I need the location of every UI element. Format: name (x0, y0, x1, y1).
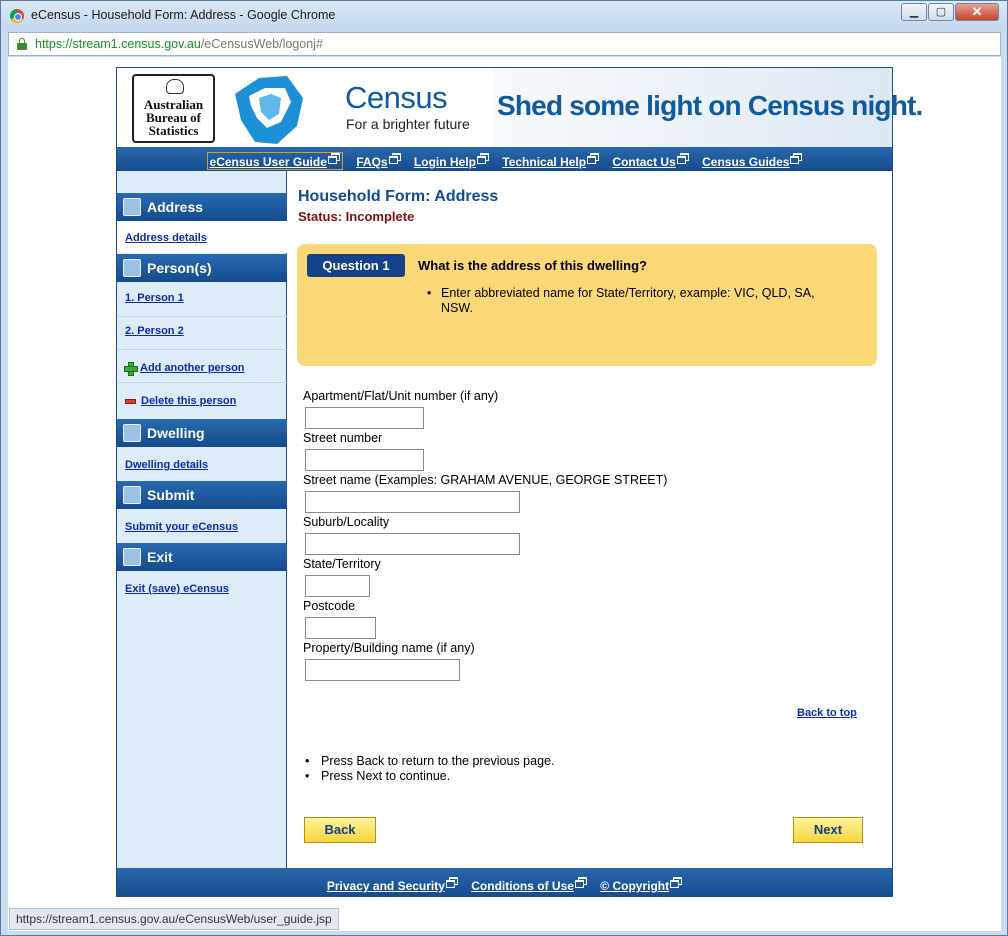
address-bar[interactable]: https://stream1.census.gov.au/eCensusWeb… (8, 32, 1001, 56)
street-number-label: Street number (303, 431, 383, 445)
suburb-label: Suburb/Locality (303, 515, 390, 529)
exit-door-icon (123, 548, 141, 566)
person-icon (123, 259, 141, 277)
apartment-input[interactable] (305, 407, 424, 429)
sidebar-item-address-details: Address details (117, 221, 287, 253)
street-name-input[interactable] (305, 491, 520, 513)
question-box: Question 1 What is the address of this d… (297, 244, 877, 366)
new-window-icon (574, 877, 587, 888)
url-text[interactable]: https://stream1.census.gov.au/eCensusWeb… (35, 37, 323, 51)
next-button[interactable]: Next (793, 817, 863, 843)
maximize-button[interactable]: ▢ (928, 3, 954, 21)
remove-icon (125, 399, 136, 404)
coat-of-arms-icon (166, 79, 184, 94)
sidebar-item-delete-person: Delete this person (117, 395, 287, 407)
sidebar-heading-address: Address (117, 193, 287, 221)
census-map-logo-icon (235, 76, 303, 144)
question-text: What is the address of this dwelling? (418, 258, 647, 273)
new-window-icon (676, 153, 689, 164)
state-input[interactable] (305, 575, 370, 597)
question-hint: • Enter abbreviated name for State/Territ… (427, 286, 815, 315)
browser-window: eCensus - Household Form: Address - Goog… (0, 0, 1008, 936)
question-badge: Question 1 (307, 254, 405, 277)
main-content: Household Form: Address Status: Incomple… (288, 171, 892, 868)
census-page: Australian Bureau of Statistics Census F… (116, 67, 923, 897)
list-item: • Press Next to continue. (305, 769, 451, 783)
banner: Australian Bureau of Statistics Census F… (117, 68, 923, 147)
page-viewport: Australian Bureau of Statistics Census F… (8, 57, 1001, 931)
dwelling-icon (123, 424, 141, 442)
title-bar: eCensus - Household Form: Address - Goog… (1, 1, 1007, 31)
new-window-icon (790, 153, 803, 164)
page-title: Household Form: Address (298, 188, 499, 205)
sidebar-item-add-person: Add another person (117, 362, 287, 376)
nav-login-help[interactable]: Login Help (414, 153, 489, 169)
sidebar-item-exit: Exit (save) eCensus (125, 583, 229, 595)
slogan-panel: Shed some light on Census night. (493, 68, 923, 147)
sidebar-heading-exit: Exit (117, 543, 287, 571)
abs-logo[interactable]: Australian Bureau of Statistics (132, 74, 215, 143)
list-item: • Press Back to return to the previous pa… (305, 754, 555, 768)
status-text: Status: Incomplete (298, 209, 415, 224)
close-button[interactable]: ✕ (955, 3, 999, 21)
window-title: eCensus - Household Form: Address - Goog… (31, 8, 336, 22)
sidebar-item-person-1: 1. Person 1 (125, 292, 184, 304)
sidebar-heading-persons: Person(s) (117, 254, 287, 282)
back-to-top-link[interactable]: Back to top (797, 707, 857, 719)
nav-census-guides[interactable]: Census Guides (702, 153, 803, 169)
new-window-icon (670, 877, 683, 888)
census-wordmark: Census (345, 80, 448, 115)
nav-technical-help[interactable]: Technical Help (502, 153, 600, 169)
suburb-input[interactable] (305, 533, 520, 555)
footer-privacy-link[interactable]: Privacy and Security (327, 877, 458, 893)
submit-arrow-icon (123, 486, 141, 504)
property-label: Property/Building name (if any) (303, 641, 475, 655)
sidebar-divider (117, 316, 287, 317)
sidebar: Address Address details Person(s) 1. Per… (117, 171, 287, 868)
street-name-label: Street name (Examples: GRAHAM AVENUE, GE… (303, 473, 668, 487)
footer: Privacy and Security Conditions of Use ©… (117, 868, 892, 896)
link-status-bubble: https://stream1.census.gov.au/eCensusWeb… (9, 908, 339, 930)
nav-contact-us[interactable]: Contact Us (612, 153, 689, 169)
top-navigation: eCensus User Guide FAQs Login Help Techn… (117, 147, 892, 171)
sidebar-item-person-2: 2. Person 2 (125, 325, 184, 337)
sidebar-heading-dwelling: Dwelling (117, 419, 287, 447)
sidebar-heading-submit: Submit (117, 481, 287, 509)
slogan-text: Shed some light on Census night. (497, 90, 923, 121)
sidebar-divider (117, 382, 287, 383)
new-window-icon (476, 153, 489, 164)
lock-icon (17, 38, 27, 50)
new-window-icon (587, 153, 600, 164)
instructions-list: • Press Back to return to the previous pa… (305, 754, 555, 784)
nav-user-guide[interactable]: eCensus User Guide (206, 152, 343, 170)
footer-conditions-link[interactable]: Conditions of Use (471, 877, 587, 893)
state-label: State/Territory (303, 557, 381, 571)
new-window-icon (388, 153, 401, 164)
back-button[interactable]: Back (304, 817, 376, 843)
chrome-logo-icon (10, 9, 24, 23)
postcode-label: Postcode (303, 599, 356, 613)
new-window-icon (445, 877, 458, 888)
house-icon (123, 198, 141, 216)
nav-faqs[interactable]: FAQs (356, 153, 401, 169)
add-icon (124, 362, 138, 376)
postcode-input[interactable] (305, 617, 376, 639)
new-window-icon (327, 153, 340, 164)
sidebar-item-submit: Submit your eCensus (125, 521, 239, 533)
street-number-input[interactable] (305, 449, 424, 471)
footer-copyright-link[interactable]: © Copyright (600, 877, 683, 893)
property-input[interactable] (305, 659, 460, 681)
census-tagline: For a brighter future (346, 116, 470, 132)
sidebar-divider (117, 349, 287, 350)
sidebar-item-dwelling-details: Dwelling details (125, 459, 209, 471)
minimize-button[interactable]: ▁ (901, 3, 927, 21)
apartment-label: Apartment/Flat/Unit number (if any) (303, 389, 499, 403)
window-controls: ▁ ▢ ✕ (900, 3, 999, 21)
